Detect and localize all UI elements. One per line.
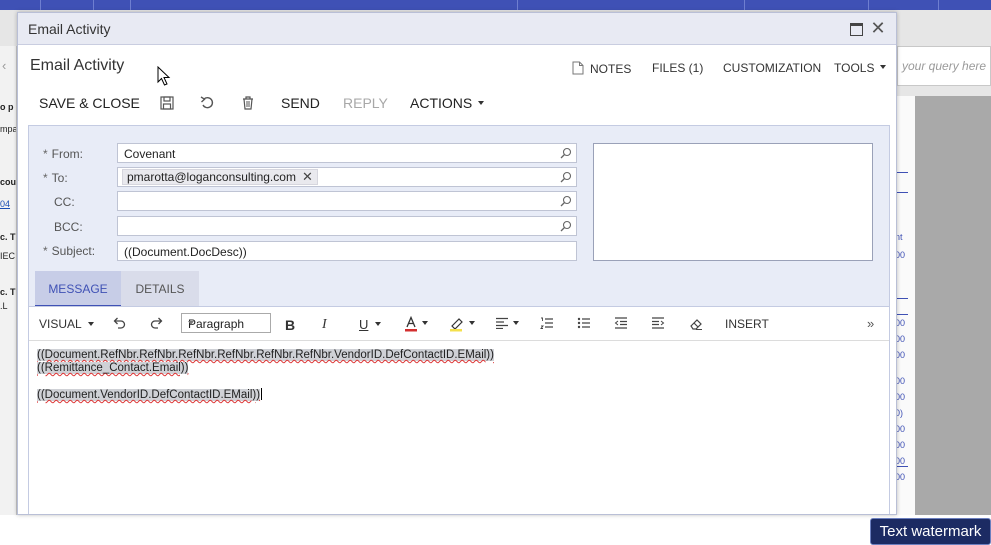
editor-redo-icon[interactable] bbox=[149, 315, 165, 333]
tab-message[interactable]: MESSAGE bbox=[35, 271, 121, 307]
bg-text: mpa bbox=[0, 124, 17, 134]
tools-label: TOOLS bbox=[834, 61, 875, 75]
save-close-button[interactable]: SAVE & CLOSE bbox=[39, 95, 140, 111]
subject-label: * Subject: bbox=[43, 244, 96, 258]
text-cursor bbox=[261, 388, 263, 400]
document-icon bbox=[572, 61, 584, 75]
notes-label: NOTES bbox=[590, 62, 632, 76]
editor-undo-icon[interactable] bbox=[111, 315, 127, 333]
app-top-bar bbox=[0, 0, 991, 10]
files-button[interactable]: FILES (1) bbox=[652, 61, 703, 75]
dialog-title-bar[interactable]: Email Activity ✕ bbox=[18, 13, 896, 45]
more-tools-icon[interactable]: » bbox=[867, 316, 874, 334]
search-icon[interactable] bbox=[560, 220, 572, 232]
background-left-panel: ‹ o p mpa cou 04 c. T IEC c. T .L bbox=[0, 46, 17, 515]
recipient-chip: pmarotta@loganconsulting.com ✕ bbox=[122, 169, 318, 185]
top-bar-divider bbox=[938, 0, 939, 10]
email-form: * From: Covenant * To: pmarotta@loganconsu… bbox=[28, 125, 890, 514]
subject-value: ((Document.DocDesc)) bbox=[124, 245, 247, 259]
outdent-icon[interactable] bbox=[614, 317, 628, 335]
bulleted-list-icon[interactable] bbox=[577, 317, 591, 335]
bg-text: .L bbox=[0, 301, 8, 311]
search-placeholder: your query here bbox=[902, 59, 987, 73]
background-search-box[interactable]: your query here bbox=[897, 46, 991, 86]
highlight-color-icon[interactable] bbox=[449, 316, 475, 334]
paragraph-format-select[interactable]: Paragraph bbox=[181, 313, 271, 333]
top-bar-divider bbox=[93, 0, 94, 10]
editor-line: ((Document.VendorID.DefContactID.EMail)) bbox=[37, 388, 263, 401]
top-bar-divider bbox=[130, 0, 131, 10]
insert-menu[interactable]: INSERT bbox=[725, 317, 769, 335]
from-field[interactable]: Covenant bbox=[117, 143, 577, 163]
background-right-column bbox=[897, 96, 915, 515]
reply-button[interactable]: REPLY bbox=[343, 95, 388, 111]
search-icon[interactable] bbox=[560, 195, 572, 207]
clear-format-icon[interactable] bbox=[689, 317, 703, 335]
text-color-icon[interactable] bbox=[404, 316, 428, 334]
bg-text: o p bbox=[0, 102, 14, 112]
bg-text: c. T bbox=[0, 287, 16, 297]
message-editor: VISUAL Paragraph B I U INSERT » ((Docume… bbox=[29, 306, 889, 514]
indent-icon[interactable] bbox=[651, 317, 665, 335]
bg-text: cou bbox=[0, 177, 17, 187]
tools-menu[interactable]: TOOLS bbox=[834, 61, 887, 75]
search-icon[interactable] bbox=[560, 171, 572, 183]
editor-line: ((Document.RefNbr.RefNbr.RefNbr.RefNbr.R… bbox=[37, 349, 494, 361]
chevron-down-icon bbox=[88, 322, 94, 326]
bg-link[interactable]: 04 bbox=[0, 199, 10, 209]
paragraph-value: Paragraph bbox=[188, 317, 245, 331]
subject-field[interactable]: ((Document.DocDesc)) bbox=[117, 241, 577, 261]
cc-label: CC: bbox=[54, 195, 75, 209]
bcc-label: BCC: bbox=[54, 220, 83, 234]
numbered-list-icon[interactable] bbox=[540, 317, 554, 335]
undo-icon[interactable] bbox=[200, 96, 216, 113]
actions-menu[interactable]: ACTIONS bbox=[410, 95, 485, 111]
text-watermark: Text watermark bbox=[870, 518, 991, 545]
mouse-pointer-icon bbox=[157, 66, 171, 86]
remove-recipient-icon[interactable]: ✕ bbox=[302, 169, 313, 184]
customization-button[interactable]: CUSTOMIZATION bbox=[723, 61, 821, 75]
background-scroll-area bbox=[915, 96, 991, 515]
to-field[interactable]: pmarotta@loganconsulting.com ✕ bbox=[117, 167, 577, 187]
chevron-left-icon[interactable]: ‹ bbox=[2, 58, 6, 73]
required-marker: * bbox=[43, 244, 48, 258]
send-button[interactable]: SEND bbox=[281, 95, 320, 111]
delete-icon[interactable] bbox=[242, 96, 254, 113]
tab-details[interactable]: DETAILS bbox=[121, 271, 199, 307]
from-value: Covenant bbox=[124, 147, 176, 161]
chevron-down-icon bbox=[880, 65, 887, 69]
save-icon[interactable] bbox=[160, 96, 174, 113]
maximize-icon[interactable] bbox=[846, 18, 866, 38]
to-label: * To: bbox=[43, 171, 68, 185]
chevron-down-icon bbox=[478, 101, 485, 105]
required-marker: * bbox=[43, 147, 48, 161]
top-bar-divider bbox=[40, 0, 41, 10]
required-marker: * bbox=[43, 171, 48, 185]
search-icon[interactable] bbox=[560, 147, 572, 159]
bg-text: IEC bbox=[0, 251, 16, 261]
recipient-email: pmarotta@loganconsulting.com bbox=[127, 170, 296, 184]
cc-field[interactable] bbox=[117, 191, 577, 211]
form-title: Email Activity bbox=[30, 57, 125, 74]
chevron-down-icon bbox=[188, 321, 194, 325]
visual-mode-menu[interactable]: VISUAL bbox=[39, 317, 94, 335]
bold-icon[interactable]: B bbox=[285, 317, 295, 335]
underline-icon[interactable]: U bbox=[359, 317, 381, 335]
email-activity-dialog: Email Activity ✕ Email Activity NOTES FI… bbox=[17, 12, 897, 515]
actions-label: ACTIONS bbox=[410, 95, 473, 111]
notes-button[interactable]: NOTES bbox=[572, 61, 631, 76]
top-bar-divider bbox=[744, 0, 745, 10]
editor-toolbar: VISUAL Paragraph B I U INSERT » bbox=[29, 307, 889, 341]
editor-line: ((Remittance_Contact.Email)) bbox=[37, 362, 189, 374]
from-label: * From: bbox=[43, 147, 84, 161]
close-icon[interactable]: ✕ bbox=[868, 18, 888, 38]
top-bar-divider bbox=[868, 0, 869, 10]
attachment-preview-box bbox=[593, 143, 873, 261]
dialog-title: Email Activity bbox=[28, 21, 111, 37]
align-left-icon[interactable] bbox=[495, 317, 519, 335]
italic-icon[interactable]: I bbox=[322, 317, 327, 335]
bcc-field[interactable] bbox=[117, 216, 577, 236]
bg-text: c. T bbox=[0, 232, 16, 242]
top-bar-divider bbox=[517, 0, 518, 10]
